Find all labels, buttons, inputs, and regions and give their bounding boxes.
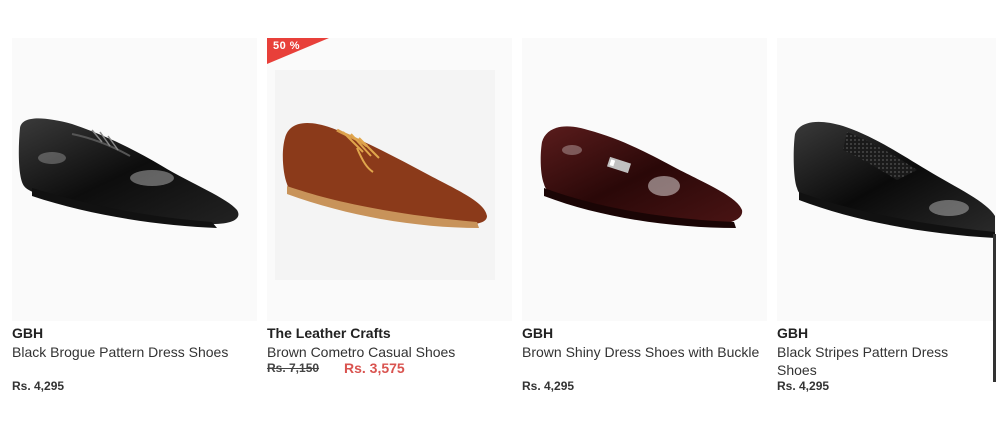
product-price: Rs. 4,295 xyxy=(777,379,830,393)
black-brogue-shoe-image xyxy=(18,118,239,228)
product-price: Rs. 4,295 xyxy=(522,379,575,393)
product-brand: GBH xyxy=(522,325,554,341)
product-card[interactable]: GBH Brown Shiny Dress Shoes with Buckle … xyxy=(522,38,767,408)
product-image[interactable] xyxy=(12,38,257,321)
black-stripes-shoe-image xyxy=(793,121,995,238)
product-brand: GBH xyxy=(777,325,809,341)
product-image[interactable] xyxy=(777,38,996,321)
product-card[interactable]: 50 % The Leather Crafts Brown Cometro Ca… xyxy=(267,38,512,408)
product-grid: GBH Black Brogue Pattern Dress Shoes Rs.… xyxy=(0,0,996,442)
product-brand: The Leather Crafts xyxy=(267,325,391,341)
sale-price: Rs. 3,575 xyxy=(344,360,405,376)
product-card[interactable]: GBH Black Stripes Pattern Dress Shoes Rs… xyxy=(777,38,996,408)
product-card[interactable]: GBH Black Brogue Pattern Dress Shoes Rs.… xyxy=(12,38,257,408)
brown-suede-shoe-image xyxy=(275,70,495,280)
brown-buckle-shoe-image xyxy=(540,126,743,228)
product-image[interactable] xyxy=(522,38,767,321)
product-image[interactable] xyxy=(267,38,512,321)
product-price: Rs. 4,295 xyxy=(12,379,65,393)
product-name[interactable]: Black Stripes Pattern Dress Shoes xyxy=(777,343,987,379)
discount-badge-label: 50 % xyxy=(273,40,301,52)
original-price: Rs. 7,150 xyxy=(267,361,320,375)
product-name[interactable]: Brown Cometro Casual Shoes xyxy=(267,343,507,361)
discount-badge: 50 % xyxy=(267,38,329,64)
product-name[interactable]: Black Brogue Pattern Dress Shoes xyxy=(12,343,252,361)
product-brand: GBH xyxy=(12,325,44,341)
product-name[interactable]: Brown Shiny Dress Shoes with Buckle xyxy=(522,343,762,361)
